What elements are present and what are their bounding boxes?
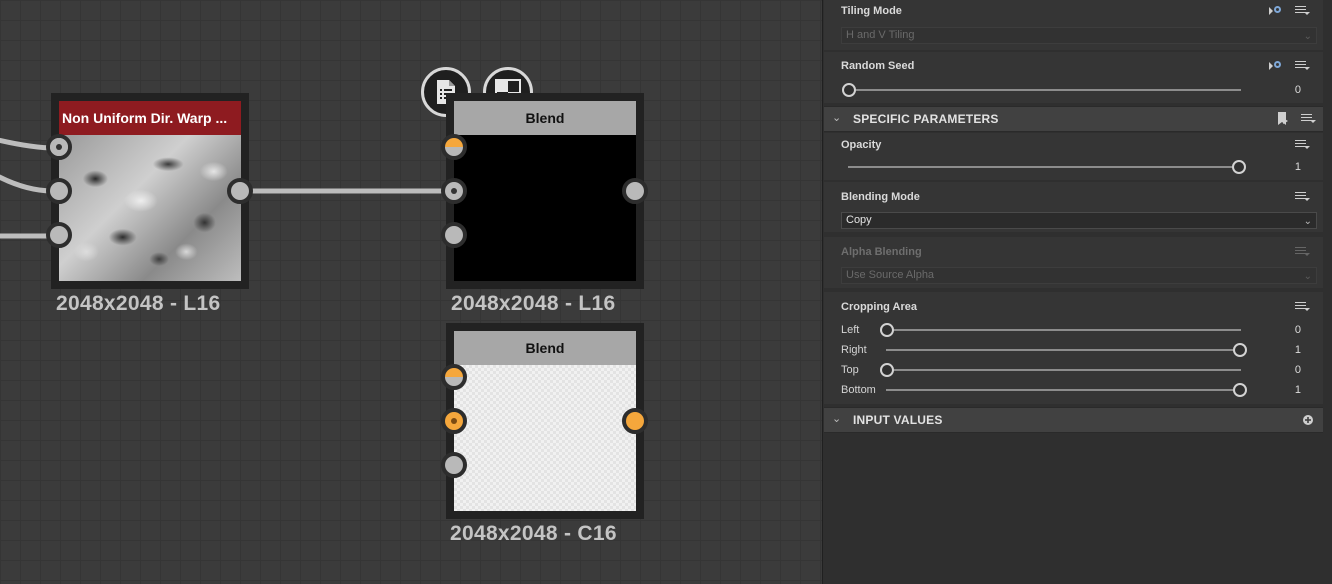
node-blend-1-input-background[interactable] bbox=[441, 178, 467, 204]
alpha-blending-label: Alpha Blending bbox=[841, 246, 922, 258]
node-blend-1-input-foreground[interactable] bbox=[441, 134, 467, 160]
node-warp-input-2[interactable] bbox=[46, 178, 72, 204]
section-input-values[interactable]: ⌄ INPUT VALUES bbox=[824, 407, 1323, 433]
crop-bottom-value[interactable]: 1 bbox=[1295, 384, 1301, 396]
node-blend-2-output[interactable] bbox=[622, 408, 648, 434]
prop-cropping-area: Cropping Area Left 0 Right 1 Top 0 Botto… bbox=[824, 292, 1323, 404]
node-graph-canvas[interactable]: Non Uniform Dir. Warp ... 2048x2048 - L1… bbox=[0, 0, 822, 584]
blending-mode-label: Blending Mode bbox=[841, 191, 920, 203]
prop-tiling-mode: Tiling Mode H and V Tiling ⌄ bbox=[824, 0, 1323, 50]
random-seed-label: Random Seed bbox=[841, 60, 915, 72]
cropping-area-label: Cropping Area bbox=[841, 301, 917, 313]
crop-top-value[interactable]: 0 bbox=[1295, 364, 1301, 376]
preset-icon[interactable] bbox=[1277, 112, 1289, 125]
node-blend-1-output[interactable] bbox=[622, 178, 648, 204]
random-seed-track[interactable] bbox=[848, 89, 1241, 91]
chevron-down-icon: ⌄ bbox=[832, 112, 842, 124]
prop-random-seed: Random Seed 0 bbox=[824, 52, 1323, 103]
node-blend-2[interactable]: Blend bbox=[446, 323, 644, 519]
menu-icon[interactable] bbox=[1295, 5, 1310, 17]
crop-bottom-track[interactable] bbox=[886, 389, 1241, 391]
node-blend-2-input-mask[interactable] bbox=[441, 452, 467, 478]
chevron-down-icon: ⌄ bbox=[1303, 31, 1312, 42]
link-icon[interactable] bbox=[1269, 60, 1283, 72]
node-blend-1-size: 2048x2048 - L16 bbox=[451, 292, 616, 315]
crop-top-label: Top bbox=[841, 364, 859, 376]
crop-left-label: Left bbox=[841, 324, 860, 336]
opacity-track[interactable] bbox=[848, 166, 1241, 168]
alpha-blending-value: Use Source Alpha bbox=[846, 269, 935, 281]
node-warp-output[interactable] bbox=[227, 178, 253, 204]
node-warp-input-1-dot bbox=[46, 134, 72, 160]
node-blend-2-input-background[interactable] bbox=[441, 408, 467, 434]
crop-left-value[interactable]: 0 bbox=[1295, 324, 1301, 336]
section-specific-parameters[interactable]: ⌄ SPECIFIC PARAMETERS bbox=[824, 106, 1323, 132]
opacity-label: Opacity bbox=[841, 139, 882, 151]
tiling-mode-label: Tiling Mode bbox=[841, 5, 902, 17]
menu-icon[interactable] bbox=[1295, 301, 1310, 313]
menu-icon[interactable] bbox=[1301, 113, 1316, 125]
prop-blending-mode: Blending Mode Copy ⌄ bbox=[824, 182, 1323, 232]
opacity-knob[interactable] bbox=[1232, 160, 1246, 174]
node-blend-1[interactable]: Blend bbox=[446, 93, 644, 289]
node-blend-2-thumbnail bbox=[454, 365, 636, 511]
add-icon[interactable] bbox=[1303, 415, 1313, 425]
section-input-title: INPUT VALUES bbox=[853, 413, 943, 427]
crop-top-knob[interactable] bbox=[880, 363, 894, 377]
alpha-blending-select: Use Source Alpha ⌄ bbox=[841, 267, 1317, 284]
menu-icon bbox=[1295, 246, 1310, 258]
chevron-down-icon: ⌄ bbox=[1303, 216, 1312, 227]
chevron-down-icon: ⌄ bbox=[832, 413, 842, 425]
crop-right-track[interactable] bbox=[886, 349, 1241, 351]
node-warp-size: 2048x2048 - L16 bbox=[56, 292, 221, 315]
section-specific-title: SPECIFIC PARAMETERS bbox=[853, 112, 999, 126]
crop-bottom-knob[interactable] bbox=[1233, 383, 1247, 397]
node-warp-thumbnail bbox=[59, 135, 241, 281]
random-seed-knob[interactable] bbox=[842, 83, 856, 97]
random-seed-value[interactable]: 0 bbox=[1295, 84, 1301, 96]
node-warp[interactable]: Non Uniform Dir. Warp ... bbox=[51, 93, 249, 289]
menu-icon[interactable] bbox=[1295, 139, 1310, 151]
crop-left-knob[interactable] bbox=[880, 323, 894, 337]
node-blend-2-input-foreground[interactable] bbox=[441, 364, 467, 390]
link-icon[interactable] bbox=[1269, 5, 1283, 17]
crop-top-track[interactable] bbox=[886, 369, 1241, 371]
chevron-down-icon: ⌄ bbox=[1303, 271, 1312, 282]
node-blend-2-size: 2048x2048 - C16 bbox=[450, 522, 617, 545]
crop-bottom-label: Bottom bbox=[841, 384, 876, 396]
crop-right-value[interactable]: 1 bbox=[1295, 344, 1301, 356]
blending-mode-value: Copy bbox=[846, 214, 872, 226]
menu-icon[interactable] bbox=[1295, 191, 1310, 203]
properties-panel: Tiling Mode H and V Tiling ⌄ Random Seed… bbox=[822, 0, 1332, 584]
node-warp-input-3[interactable] bbox=[46, 222, 72, 248]
blending-mode-select[interactable]: Copy ⌄ bbox=[841, 212, 1317, 229]
node-blend-1-thumbnail bbox=[454, 135, 636, 281]
prop-opacity: Opacity 1 bbox=[824, 133, 1323, 180]
node-blend-1-title: Blend bbox=[454, 101, 636, 135]
opacity-value[interactable]: 1 bbox=[1295, 161, 1301, 173]
menu-icon[interactable] bbox=[1295, 60, 1310, 72]
tiling-mode-select[interactable]: H and V Tiling ⌄ bbox=[841, 27, 1317, 44]
node-blend-2-title: Blend bbox=[454, 331, 636, 365]
node-blend-1-input-mask[interactable] bbox=[441, 222, 467, 248]
crop-right-knob[interactable] bbox=[1233, 343, 1247, 357]
crop-left-track[interactable] bbox=[886, 329, 1241, 331]
crop-right-label: Right bbox=[841, 344, 867, 356]
node-warp-title: Non Uniform Dir. Warp ... bbox=[59, 101, 241, 135]
tiling-mode-value: H and V Tiling bbox=[846, 29, 915, 41]
prop-alpha-blending: Alpha Blending Use Source Alpha ⌄ bbox=[824, 237, 1323, 288]
